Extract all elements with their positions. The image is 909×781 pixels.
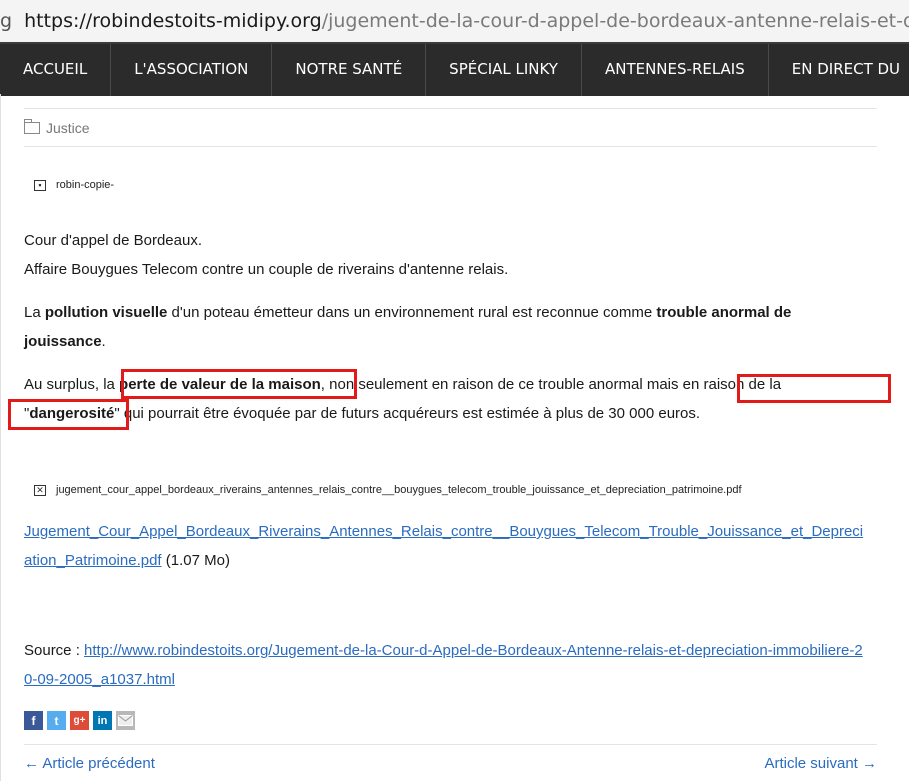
nav-item-association[interactable]: L'ASSOCIATION bbox=[111, 44, 273, 96]
image-icon: ▪ bbox=[34, 179, 46, 191]
pdf-download: Jugement_Cour_Appel_Bordeaux_Riverains_A… bbox=[24, 517, 869, 575]
source-line: Source : http://www.robindestoits.org/Ju… bbox=[24, 636, 869, 694]
pager-divider bbox=[24, 744, 877, 745]
intro-line-1: Cour d'appel de Bordeaux. bbox=[24, 232, 202, 249]
folder-icon bbox=[24, 119, 40, 134]
image-alt-text: robin-copie- bbox=[56, 179, 115, 191]
text: d'un poteau émetteur dans un environneme… bbox=[167, 304, 657, 321]
image-placeholder-robin: ▪ robin-copie- bbox=[34, 179, 114, 191]
paragraph-perte-valeur: Au surplus, la perte de valeur de la mai… bbox=[24, 370, 869, 428]
next-article-link[interactable]: Article suivant → bbox=[764, 755, 877, 772]
source-label: Source : bbox=[24, 642, 85, 659]
image-placeholder-jugement: ✕ jugement_cour_appel_bordeaux_riverains… bbox=[34, 484, 742, 496]
address-bar[interactable]: g https://robindestoits-midipy.org/jugem… bbox=[0, 0, 909, 43]
google-plus-icon[interactable]: g+ bbox=[70, 711, 89, 730]
pdf-size: (1.07 Mo) bbox=[165, 552, 230, 569]
image-icon: ✕ bbox=[34, 484, 46, 496]
source-link[interactable]: http://www.robindestoits.org/Jugement-de… bbox=[24, 642, 863, 688]
previous-article-link[interactable]: ← Article précédent bbox=[24, 755, 155, 772]
intro-paragraph: Cour d'appel de Bordeaux. Affaire Bouygu… bbox=[24, 226, 869, 284]
bold-pollution-visuelle: pollution visuelle bbox=[44, 304, 168, 321]
address-bar-edge-char: g bbox=[0, 10, 13, 32]
envelope-shape bbox=[118, 715, 133, 726]
text: Au surplus, la bbox=[24, 376, 120, 393]
nav-item-en-direct[interactable]: EN DIRECT DU bbox=[769, 44, 909, 96]
top-divider bbox=[24, 108, 877, 109]
text: " qui pourrait être évoquée par de futur… bbox=[114, 405, 701, 422]
article-category[interactable]: Justice bbox=[24, 119, 90, 136]
linkedin-icon[interactable]: in bbox=[93, 711, 112, 730]
facebook-icon[interactable]: f bbox=[24, 711, 43, 730]
nav-item-special-linky[interactable]: SPÉCIAL LINKY bbox=[426, 44, 582, 96]
text: La bbox=[24, 304, 45, 321]
main-nav: ACCUEIL L'ASSOCIATION NOTRE SANTÉ SPÉCIA… bbox=[0, 42, 909, 96]
article-content: Justice ▪ robin-copie- Cour d'appel de B… bbox=[0, 94, 909, 781]
share-buttons: f t g+ in bbox=[24, 711, 135, 730]
paragraph-pollution: La pollution visuelle d'un poteau émette… bbox=[24, 298, 869, 356]
text: . bbox=[101, 333, 106, 350]
email-icon[interactable] bbox=[116, 711, 135, 730]
pdf-link[interactable]: Jugement_Cour_Appel_Bordeaux_Riverains_A… bbox=[24, 523, 863, 569]
nav-item-notre-sante[interactable]: NOTRE SANTÉ bbox=[272, 44, 427, 96]
twitter-icon[interactable]: t bbox=[47, 711, 66, 730]
nav-item-accueil[interactable]: ACCUEIL bbox=[0, 44, 112, 96]
image-alt-text-pdf: jugement_cour_appel_bordeaux_riverains_a… bbox=[56, 484, 742, 496]
category-divider bbox=[24, 146, 877, 147]
bold-perte-valeur: perte de valeur de la maison bbox=[119, 376, 321, 393]
nav-item-antennes-relais[interactable]: ANTENNES-RELAIS bbox=[582, 44, 769, 96]
category-label: Justice bbox=[46, 120, 90, 136]
content-left-border bbox=[0, 94, 1, 781]
url-host: https://robindestoits-midipy.org bbox=[24, 10, 322, 32]
url-path: /jugement-de-la-cour-d-appel-de-bordeaux… bbox=[321, 10, 909, 32]
bold-dangerosite: dangerosité bbox=[29, 405, 115, 422]
intro-line-2: Affaire Bouygues Telecom contre un coupl… bbox=[24, 261, 509, 278]
